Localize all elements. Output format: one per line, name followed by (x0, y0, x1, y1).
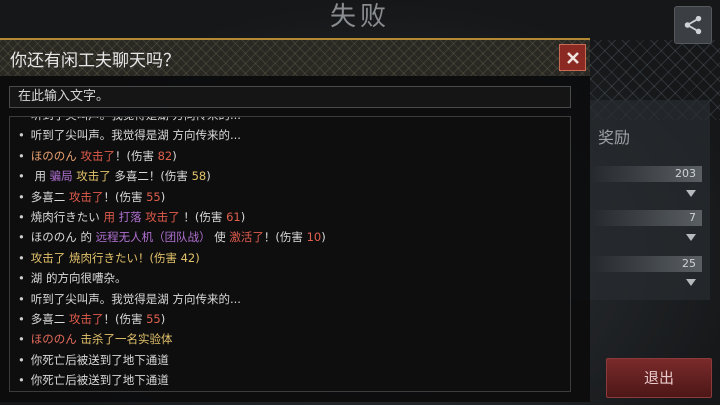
chat-log-segment: ほののん (30, 230, 77, 245)
reward-value-2: 7 (590, 210, 702, 226)
chat-log-segment: 多喜二 (114, 169, 149, 184)
chat-log-line: • 你死亡后被送到了地下通道 (10, 370, 570, 390)
chat-log-segment: 攻击了 (76, 148, 115, 163)
bullet-icon: • (18, 271, 25, 286)
result-title: 失败 (329, 2, 390, 32)
bullet-icon: • (18, 250, 25, 265)
bullet-icon: • (18, 332, 25, 347)
reward-title: 奖励 (598, 128, 631, 147)
chat-log-segment: ) (160, 189, 166, 204)
close-button[interactable] (559, 44, 586, 71)
chat-log-segment: 55 (146, 311, 161, 326)
chat-log-line: • 多喜二 攻击了！(伤害 55) (10, 187, 570, 207)
chat-log-segment: 打落 (118, 209, 142, 224)
chat-log-segment: ) (240, 209, 246, 224)
chat-log-segment: 听到了尖叫声。我觉得是湖 方向传来的... (30, 128, 241, 143)
bullet-icon: • (18, 128, 25, 143)
chat-log-segment: 攻击了 焼肉行きたい！(伤害 42) (30, 250, 200, 265)
dialog-title: 你还有闲工夫聊天吗？ (10, 51, 180, 71)
chat-log-segment: 多喜二 (30, 189, 66, 204)
chat-log-segment: 听到了尖叫声。我觉得是湖 方向传来的... (30, 291, 241, 306)
chat-log-segment: ！(伤害 (179, 209, 227, 224)
chat-log-line: • ほののん 的 远程无人机（团队战） 使 激活了！(伤害 10) (10, 227, 570, 247)
chevron-down-icon[interactable] (686, 190, 696, 197)
chat-log-segment: ！(伤害 (114, 148, 158, 163)
chat-log-segment: 你死亡后被送到了地下通道 (30, 373, 169, 388)
chat-log-segment: 58 (191, 169, 207, 184)
share-icon (684, 15, 702, 35)
chat-log-segment: ！(伤害 (103, 189, 147, 204)
chat-log-segment: 10 (306, 230, 322, 245)
chat-log-segment: 攻击了 (141, 209, 180, 224)
chat-log-segment: 击杀了一名实验体 (76, 332, 173, 347)
bullet-icon: • (18, 230, 25, 245)
chat-log-line: • 多喜二 攻击了！(伤害 55) (10, 309, 570, 329)
chat-log-segment: ) (321, 230, 326, 245)
close-icon (566, 51, 579, 64)
chat-log-segment: 用 (99, 209, 119, 224)
chat-log-segment: 攻击了 (65, 311, 104, 326)
chat-log-segment: 攻击了 (65, 189, 104, 204)
chat-log-segment: ほののん (30, 148, 77, 163)
chat-log-line: • 听到了尖叫声。我觉得是湖 方向传来的... (10, 117, 570, 125)
chat-log-segment: 焼肉行きたい (30, 209, 100, 224)
chat-dialog: 你还有闲工夫聊天吗？ 在此输入文字。 • 听到了尖叫声。我觉得是湖 方向传来的..… (0, 38, 590, 402)
chat-log-segment: 激活了 (229, 230, 264, 245)
chevron-down-icon[interactable] (686, 234, 696, 241)
chat-log-segment: ) (206, 169, 211, 184)
chat-log-line: • 听到了尖叫声。我觉得是湖 方向传来的... (10, 289, 570, 309)
chat-log-segment: ！(伤害 (103, 311, 147, 326)
chat-log-segment: 你死亡后被送到了地下通道 (30, 352, 169, 367)
share-button[interactable] (674, 6, 712, 44)
reward-value-3: 25 (590, 256, 702, 272)
bullet-icon: • (18, 117, 25, 122)
bullet-icon: • (18, 209, 25, 224)
bullet-icon: • (18, 352, 25, 367)
chat-log-line: • 听到了尖叫声。我觉得是湖 方向传来的... (10, 125, 570, 145)
chat-log-segment: 61 (226, 209, 241, 224)
chat-log-segment: 55 (146, 189, 161, 204)
chat-log-segment: 湖 的方向很嘈杂。 (30, 271, 127, 286)
chat-log-segment: 使 (210, 230, 230, 245)
chat-log-segment: ！(伤害 (148, 169, 192, 184)
exit-button[interactable]: 退出 (606, 358, 712, 398)
chat-log-segment: 骗局 (49, 169, 73, 184)
chat-log-line: • 你死亡后被送到了地下通道 (10, 350, 570, 370)
chat-log-line: • ほののん 击杀了一名实验体 (10, 329, 570, 349)
chat-log-line: • 攻击了 焼肉行きたい！(伤害 42) (10, 248, 570, 268)
chat-log-line: • 焼肉行きたい 用 打落 攻击了 ！(伤害 61) (10, 207, 570, 227)
chat-log[interactable]: • 听到了尖叫声。我觉得是湖 方向传来的... • 听到了尖叫声。我觉得是湖 方向传来… (9, 116, 571, 392)
bullet-icon: • (18, 189, 25, 204)
chat-log-line: • 用 骗局 攻击了 多喜二！(伤害 58) (10, 166, 570, 186)
bullet-icon: • (18, 291, 25, 306)
chat-log-segment: 82 (157, 148, 173, 163)
chat-log-segment: 的 (76, 230, 96, 245)
chat-log-segment: ！(伤害 (263, 230, 307, 245)
chat-log-segment: 用 (30, 169, 50, 184)
reward-value-1: 203 (590, 166, 702, 182)
chat-log-line: • 湖 的方向很嘈杂。 (10, 268, 570, 288)
bullet-icon: • (18, 169, 25, 184)
chat-log-segment: ) (172, 148, 177, 163)
chat-log-segment: 远程无人机（团队战） (95, 230, 211, 245)
chat-log-line: • ほののん 攻击了！(伤害 82) (10, 146, 570, 166)
chat-log-segment: ) (160, 311, 166, 326)
chat-log-segment: 听到了尖叫声。我觉得是湖 方向传来的... (31, 117, 241, 122)
chevron-down-icon[interactable] (686, 279, 696, 286)
chat-log-segment: ほののん (30, 332, 77, 347)
chat-log-segment: 多喜二 (30, 311, 66, 326)
bullet-icon: • (18, 373, 25, 388)
bullet-icon: • (18, 148, 25, 163)
bullet-icon: • (18, 311, 25, 326)
chat-input[interactable]: 在此输入文字。 (9, 86, 571, 108)
chat-log-segment: 攻击了 (72, 169, 115, 184)
